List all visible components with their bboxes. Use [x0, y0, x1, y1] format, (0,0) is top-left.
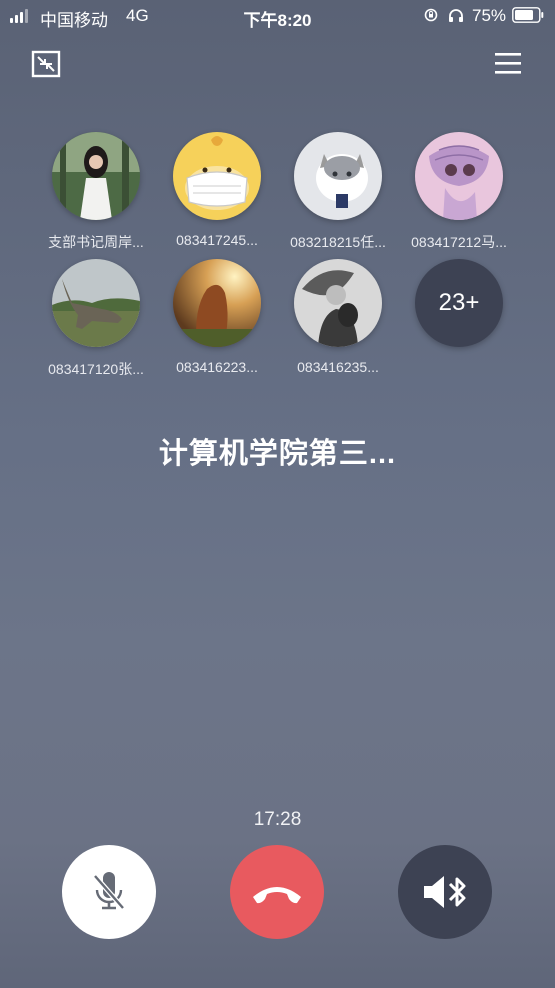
participant-name: 支部书记周岸...	[48, 234, 144, 250]
avatar	[52, 259, 140, 347]
mute-button[interactable]	[62, 845, 156, 939]
hangup-button[interactable]	[230, 845, 324, 939]
menu-icon	[495, 53, 521, 74]
more-participants-button[interactable]: 23+	[399, 259, 519, 347]
avatar	[52, 132, 140, 220]
participant-name: 083416223...	[176, 359, 258, 375]
participant[interactable]: 083416223...	[157, 259, 277, 375]
call-duration: 17:28	[253, 809, 302, 830]
participant-name: 083416235...	[297, 359, 379, 375]
participant[interactable]: 083416235...	[278, 259, 398, 375]
avatar	[173, 259, 261, 347]
headphone-icon	[449, 9, 463, 22]
rotation-lock-icon	[424, 8, 438, 22]
bluetooth-speaker-icon	[424, 876, 466, 908]
avatar	[294, 259, 382, 347]
minimize-icon	[31, 50, 61, 78]
participant-name: 083417120张...	[48, 361, 144, 377]
phone-hangup-icon	[253, 887, 301, 904]
participant-name: 083218215任...	[290, 234, 386, 250]
battery-icon	[512, 7, 544, 23]
speaker-button[interactable]	[398, 845, 492, 939]
mic-muted-icon	[93, 872, 125, 910]
participant[interactable]: 083417120张...	[36, 259, 156, 379]
status-bar: 中国移动 4G 下午8:20 75%	[0, 0, 555, 32]
avatar	[415, 132, 503, 220]
minimize-button[interactable]	[31, 50, 63, 78]
participant[interactable]: 083417245...	[157, 132, 277, 248]
more-participants-count: 23+	[415, 259, 503, 347]
participant-name: 083417212马...	[411, 234, 507, 250]
participant-name: 083417245...	[176, 232, 258, 248]
participant[interactable]: 083218215任...	[278, 132, 398, 252]
battery-percentage: 75%	[472, 6, 507, 25]
participant[interactable]: 083417212马...	[399, 132, 519, 252]
avatar	[294, 132, 382, 220]
menu-button[interactable]	[493, 50, 523, 76]
avatar	[173, 132, 261, 220]
group-name: 计算机学院第三...	[158, 438, 397, 470]
participant[interactable]: 支部书记周岸...	[36, 132, 156, 252]
